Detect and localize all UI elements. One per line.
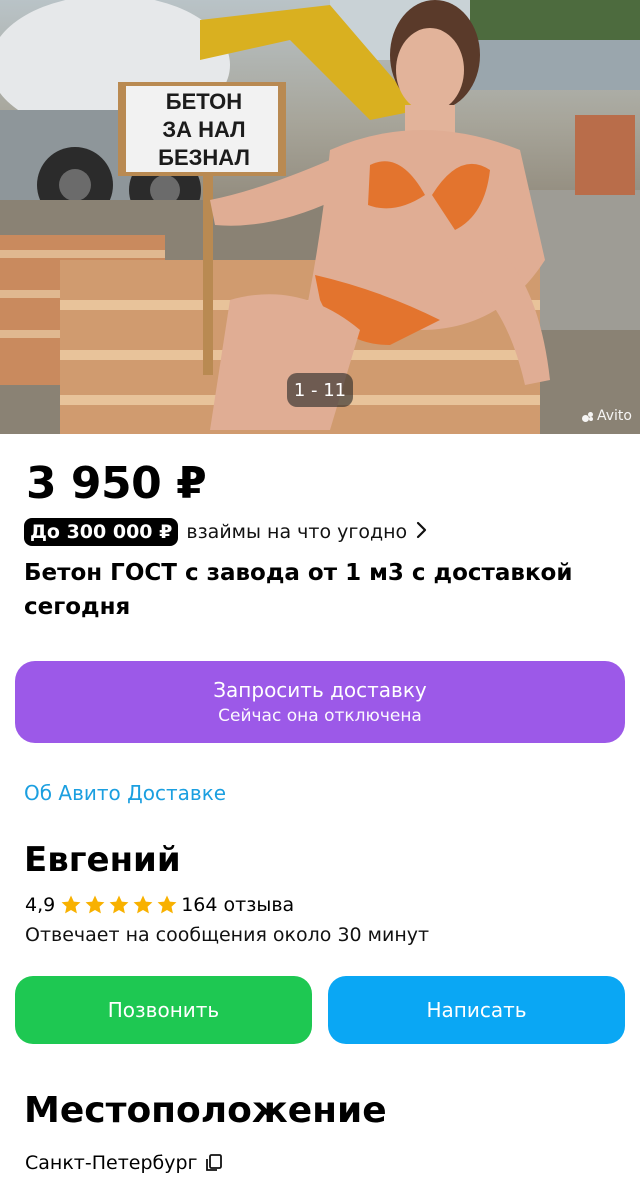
star-icon: [157, 895, 177, 914]
star-icon: [85, 895, 105, 914]
copy-icon[interactable]: [204, 1153, 224, 1173]
star-icon: [109, 895, 129, 914]
sign-text: БЕТОН ЗА НАЛ БЕЗНАЛ: [134, 88, 274, 172]
loan-offer[interactable]: До 300 000 ₽ взаймы на что угодно: [24, 517, 427, 547]
delivery-button-sublabel: Сейчас она отключена: [218, 706, 422, 726]
avito-watermark: Avito: [582, 408, 632, 424]
reply-time: Отвечает на сообщения около 30 минут: [25, 924, 430, 946]
seller-name[interactable]: Евгений: [24, 840, 181, 880]
rating-value: 4,9: [25, 894, 56, 916]
star-icon: [61, 895, 81, 914]
photo-counter: 1 - 11: [287, 373, 353, 407]
message-button[interactable]: Написать: [328, 976, 625, 1044]
listing-photo: [0, 0, 640, 434]
price: 3 950 ₽: [26, 458, 207, 509]
star-icon: [133, 895, 153, 914]
city-row[interactable]: Санкт-Петербург: [25, 1152, 224, 1174]
seller-rating[interactable]: 4,9 164 отзыва: [25, 893, 294, 917]
reviews-count: 164 отзыва: [181, 894, 295, 916]
call-button[interactable]: Позвонить: [15, 976, 312, 1044]
sign-line: БЕТОН: [165, 89, 243, 114]
request-delivery-button[interactable]: Запросить доставку Сейчас она отключена: [15, 661, 625, 743]
sign-line: ЗА НАЛ: [162, 117, 246, 142]
delivery-button-label: Запросить доставку: [213, 678, 427, 702]
loan-badge: До 300 000 ₽: [24, 518, 179, 546]
chevron-right-icon: [415, 521, 427, 544]
sign-line: БЕЗНАЛ: [158, 145, 250, 170]
location-heading: Местоположение: [24, 1090, 387, 1131]
avito-logo-icon: [582, 410, 594, 422]
loan-text: взаймы на что угодно: [186, 521, 408, 543]
about-delivery-link[interactable]: Об Авито Доставке: [24, 781, 226, 805]
city-name: Санкт-Петербург: [25, 1152, 198, 1174]
watermark-text: Avito: [597, 408, 632, 424]
photo-gallery[interactable]: БЕТОН ЗА НАЛ БЕЗНАЛ 1 - 11 Avito: [0, 0, 640, 434]
rating-stars: [59, 893, 179, 917]
listing-title: Бетон ГОСТ с завода от 1 м3 с доставкой …: [24, 560, 573, 620]
